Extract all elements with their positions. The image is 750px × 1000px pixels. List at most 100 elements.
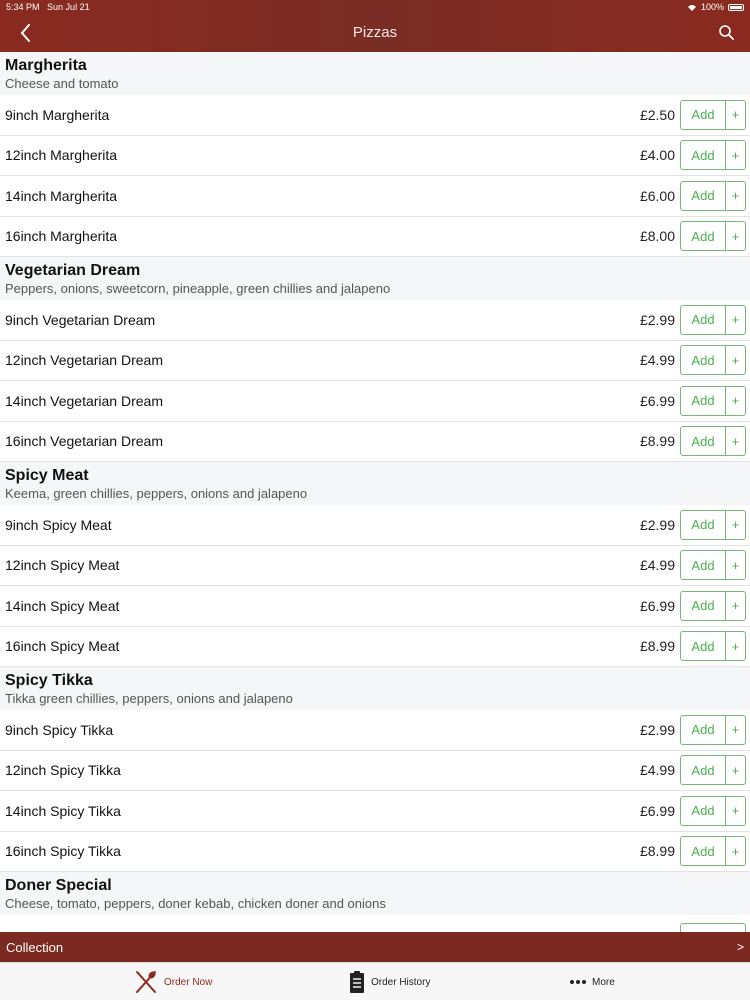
add-to-order-button[interactable]: Add + <box>680 426 746 457</box>
add-to-order-button[interactable]: Add + <box>680 631 746 662</box>
item-name: 12inch Margherita <box>5 147 118 164</box>
plus-icon: + <box>725 141 745 170</box>
plus-icon: + <box>725 796 745 825</box>
item-price: £6.99 <box>639 392 675 409</box>
plus-icon: + <box>725 427 745 456</box>
add-button-label: Add <box>691 722 715 738</box>
section-description: Tikka green chillies, peppers, onions an… <box>5 691 293 706</box>
item-price: £2.50 <box>639 106 675 123</box>
item-name: 14inch Spicy Tikka <box>5 802 121 819</box>
battery-percent: 100% <box>700 2 724 12</box>
menu-item-row <box>0 915 750 932</box>
add-to-order-button[interactable]: Add + <box>680 755 746 786</box>
menu-item-row: 14inch Vegetarian Dream £6.99 Add + <box>0 381 750 422</box>
status-date: Sun Jul 21 <box>47 2 90 12</box>
navigation-bar: 5:34 PM Sun Jul 21 100% Pizzas <box>0 0 750 52</box>
section-title: Spicy Meat <box>5 467 89 484</box>
menu-list[interactable]: Margherita Cheese and tomato 9inch Margher… <box>0 52 750 932</box>
item-price: £2.99 <box>639 516 675 533</box>
tab-order-history-label: Order History <box>371 976 431 988</box>
collection-bar[interactable]: Collection > <box>0 932 750 962</box>
add-to-order-button[interactable]: Add + <box>680 795 746 826</box>
plus-icon: + <box>725 181 745 210</box>
add-button-label: Add <box>691 762 715 778</box>
add-to-order-button[interactable]: Add + <box>680 836 746 867</box>
add-button-label: Add <box>691 433 715 449</box>
section-title: Vegetarian Dream <box>5 262 141 279</box>
add-button-label: Add <box>691 147 715 163</box>
add-button-label: Add <box>691 638 715 654</box>
menu-item-row: 9inch Spicy Tikka £2.99 Add + <box>0 710 750 751</box>
tab-order-history[interactable]: Order History <box>349 963 430 1000</box>
ellipsis-icon <box>570 980 586 984</box>
menu-item-row: 14inch Spicy Tikka £6.99 Add + <box>0 791 750 832</box>
add-button-label: Add <box>691 228 715 244</box>
wifi-icon <box>687 4 696 11</box>
menu-item-row: 16inch Spicy Meat £8.99 Add + <box>0 626 750 667</box>
status-time: 5:34 PM <box>6 2 40 12</box>
menu-item-row: 9inch Spicy Meat £2.99 Add + <box>0 505 750 546</box>
search-icon[interactable] <box>716 22 738 44</box>
add-to-order-button[interactable]: Add + <box>680 140 746 171</box>
add-to-order-button[interactable]: Add + <box>680 385 746 416</box>
add-to-order-button[interactable]: Add + <box>680 509 746 540</box>
section-header: Spicy Tikka Tikka green chillies, peppers… <box>0 667 750 710</box>
item-price: £4.99 <box>639 557 675 574</box>
section-title: Spicy Tikka <box>5 672 93 689</box>
add-button-label: Add <box>691 393 715 409</box>
item-name: 12inch Spicy Tikka <box>5 762 121 779</box>
section-title: Margherita <box>5 57 87 74</box>
tab-order-now[interactable]: Order Now <box>134 963 212 1000</box>
add-to-order-button[interactable]: Add + <box>680 550 746 581</box>
item-name: 9inch Spicy Tikka <box>5 721 114 738</box>
item-price: £4.00 <box>639 147 675 164</box>
menu-item-row: 9inch Vegetarian Dream £2.99 Add + <box>0 300 750 341</box>
add-to-order-button[interactable]: Add + <box>680 221 746 252</box>
menu-item-row: 16inch Spicy Tikka £8.99 Add + <box>0 831 750 872</box>
item-price: £2.99 <box>639 721 675 738</box>
chevron-right-icon: > <box>736 940 744 954</box>
clipboard-icon <box>350 971 364 993</box>
menu-section: Spicy Meat Keema, green chillies, peppers… <box>0 462 750 667</box>
menu-item-row: 12inch Spicy Meat £4.99 Add + <box>0 545 750 586</box>
plus-icon: + <box>725 756 745 785</box>
section-title: Doner Special <box>5 877 112 894</box>
plus-icon: + <box>725 386 745 415</box>
add-to-order-button[interactable] <box>680 923 746 932</box>
section-header: Vegetarian Dream Peppers, onions, sweetco… <box>0 257 750 300</box>
item-price: £8.99 <box>639 638 675 655</box>
item-name: 14inch Vegetarian Dream <box>5 392 163 409</box>
menu-item-row: 16inch Vegetarian Dream £8.99 Add + <box>0 421 750 462</box>
add-to-order-button[interactable]: Add + <box>680 714 746 745</box>
item-price: £6.99 <box>639 802 675 819</box>
section-description: Cheese, tomato, peppers, doner kebab, ch… <box>5 896 386 911</box>
add-button-label: Add <box>691 107 715 123</box>
battery-icon <box>728 3 744 11</box>
add-to-order-button[interactable]: Add + <box>680 345 746 376</box>
add-button-label: Add <box>691 188 715 204</box>
menu-section: Vegetarian Dream Peppers, onions, sweetco… <box>0 257 750 462</box>
tab-more[interactable]: More <box>570 963 615 1000</box>
section-description: Peppers, onions, sweetcorn, pineapple, g… <box>5 281 391 296</box>
menu-item-row: 9inch Margherita £2.50 Add + <box>0 95 750 136</box>
item-name: 9inch Margherita <box>5 106 110 123</box>
add-to-order-button[interactable]: Add + <box>680 590 746 621</box>
add-button-label: Add <box>691 803 715 819</box>
item-price: £8.99 <box>639 433 675 450</box>
add-button-label: Add <box>691 598 715 614</box>
plus-icon: + <box>725 715 745 744</box>
plus-icon: + <box>725 551 745 580</box>
add-to-order-button[interactable]: Add + <box>680 304 746 335</box>
item-name: 14inch Margherita <box>5 187 118 204</box>
fork-knife-icon <box>136 971 156 993</box>
menu-item-row: 14inch Spicy Meat £6.99 Add + <box>0 586 750 627</box>
plus-icon: + <box>725 222 745 251</box>
status-time-date: 5:34 PM Sun Jul 21 <box>6 2 90 12</box>
plus-icon: + <box>725 305 745 334</box>
add-to-order-button[interactable]: Add + <box>680 99 746 130</box>
menu-item-row: 12inch Margherita £4.00 Add + <box>0 135 750 176</box>
item-name: 16inch Spicy Meat <box>5 638 120 655</box>
add-to-order-button[interactable]: Add + <box>680 180 746 211</box>
tab-more-label: More <box>592 976 615 988</box>
plus-icon: + <box>725 837 745 866</box>
